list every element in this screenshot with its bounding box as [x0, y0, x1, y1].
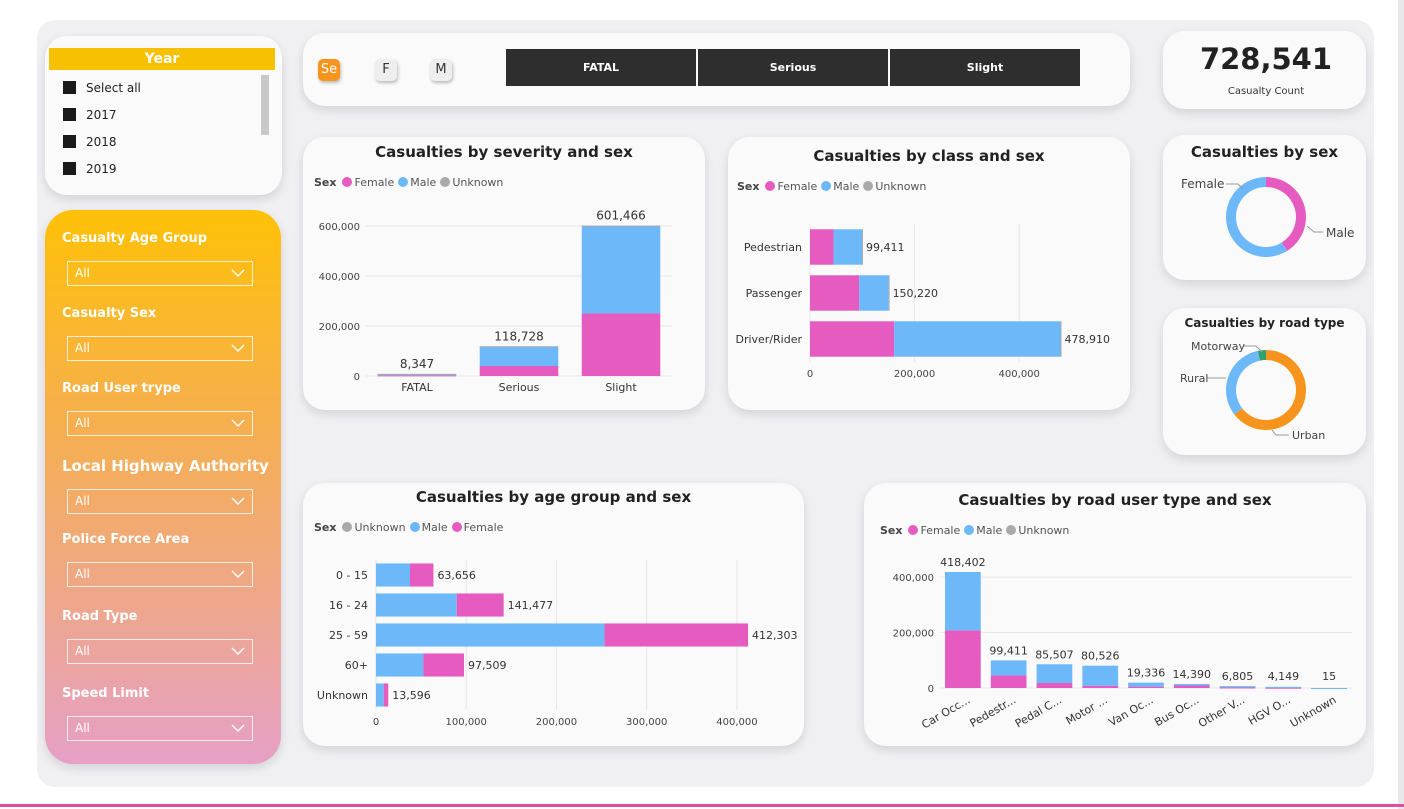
filter-label: Casualty Age Group: [62, 231, 208, 246]
filter-dropdown[interactable]: All: [67, 639, 253, 664]
filter-dropdown-value: All: [75, 721, 90, 735]
chevron-down-icon[interactable]: [230, 566, 246, 590]
chevron-down-icon[interactable]: [230, 265, 246, 289]
female-dot-icon: [765, 181, 776, 191]
road-type-donut-title: Casualties by road type: [1184, 316, 1345, 330]
filter-dropdown[interactable]: All: [67, 336, 253, 361]
filter-dropdown[interactable]: All: [67, 261, 253, 286]
road-type-donut-card: [1163, 308, 1366, 455]
female-dot-icon: [908, 525, 919, 535]
checkbox-icon[interactable]: [63, 108, 76, 121]
year-option-label: Select all: [86, 81, 141, 95]
checkbox-icon[interactable]: [63, 135, 76, 148]
male-dot-icon: [964, 525, 975, 535]
filter-panel: [45, 210, 281, 764]
legend-male[interactable]: Male: [422, 521, 448, 534]
filter-dropdown-value: All: [75, 644, 90, 658]
checkbox-icon[interactable]: [63, 81, 76, 94]
filter-label: Police Force Area: [62, 532, 190, 547]
unknown-dot-icon: [440, 177, 451, 187]
severity-button-serious[interactable]: Serious: [698, 49, 888, 86]
bottom-accent-line: [0, 804, 1404, 807]
filter-label: Local Highway Authority: [62, 457, 269, 475]
legend-male[interactable]: Male: [410, 176, 436, 189]
casualty-count-label: Casualty Count: [1227, 86, 1305, 97]
unknown-dot-icon: [863, 181, 874, 191]
severity-legend: Sex Female Male Unknown: [314, 176, 503, 189]
chevron-down-icon[interactable]: [230, 643, 246, 667]
unknown-dot-icon: [1006, 525, 1017, 535]
year-option-label: 2018: [86, 135, 117, 149]
filter-label: Road Type: [62, 609, 138, 624]
female-dot-icon: [342, 177, 353, 187]
filter-dropdown-value: All: [75, 266, 90, 280]
male-dot-icon: [409, 522, 420, 532]
chevron-down-icon[interactable]: [230, 415, 246, 439]
checkbox-icon[interactable]: [63, 162, 76, 175]
year-option-2019[interactable]: 2019: [63, 161, 117, 177]
legend-title: Sex: [314, 176, 337, 189]
severity-chart-title: Casualties by severity and sex: [375, 143, 633, 161]
class-legend: Sex Female Male Unknown: [737, 180, 926, 193]
filter-dropdown[interactable]: All: [67, 411, 253, 436]
year-scrollbar[interactable]: [261, 75, 269, 135]
chevron-down-icon[interactable]: [230, 493, 246, 517]
legend-title: Sex: [880, 524, 903, 537]
sex-button-female[interactable]: F: [375, 59, 397, 81]
sex-button-male[interactable]: M: [430, 59, 452, 81]
severity-button-fatal[interactable]: FATAL: [506, 49, 696, 86]
filter-dropdown[interactable]: All: [67, 716, 253, 741]
filter-dropdown-value: All: [75, 494, 90, 508]
age-legend: Sex Unknown Male Female: [314, 521, 503, 534]
chevron-down-icon[interactable]: [230, 720, 246, 744]
chevron-down-icon[interactable]: [230, 340, 246, 364]
road-user-chart-title: Casualties by road user type and sex: [958, 491, 1272, 509]
age-chart-title: Casualties by age group and sex: [415, 488, 692, 506]
filter-dropdown[interactable]: All: [67, 562, 253, 587]
legend-female[interactable]: Female: [354, 176, 394, 189]
year-slicer-title: Year: [49, 48, 275, 70]
legend-unknown[interactable]: Unknown: [1018, 524, 1069, 537]
sex-button-all[interactable]: Se: [318, 59, 340, 81]
severity-button-slight[interactable]: Slight: [890, 49, 1080, 86]
legend-unknown[interactable]: Unknown: [875, 180, 926, 193]
class-chart-card: [728, 137, 1130, 410]
legend-title: Sex: [737, 180, 760, 193]
class-chart-title: Casualties by class and sex: [813, 147, 1045, 165]
year-option-label: 2017: [86, 108, 117, 122]
female-dot-icon: [451, 522, 462, 532]
year-option-label: 2019: [86, 162, 117, 176]
legend-male[interactable]: Male: [976, 524, 1002, 537]
unknown-dot-icon: [342, 522, 353, 532]
filter-dropdown-value: All: [75, 567, 90, 581]
filter-label: Casualty Sex: [62, 306, 157, 321]
filter-dropdown-value: All: [75, 341, 90, 355]
legend-female[interactable]: Female: [464, 521, 504, 534]
year-option-2018[interactable]: 2018: [63, 134, 117, 150]
sex-donut-title: Casualties by sex: [1190, 143, 1339, 161]
casualty-count-value: 728,541: [1199, 42, 1333, 76]
road-user-chart-card: [864, 483, 1366, 746]
filter-dropdown[interactable]: All: [67, 489, 253, 514]
legend-unknown[interactable]: Unknown: [452, 176, 503, 189]
legend-female[interactable]: Female: [920, 524, 960, 537]
year-option-2017[interactable]: 2017: [63, 107, 117, 123]
filter-label: Road User trype: [62, 381, 181, 396]
road-user-legend: Sex Female Male Unknown: [880, 524, 1069, 537]
filter-dropdown-value: All: [75, 416, 90, 430]
legend-unknown[interactable]: Unknown: [354, 521, 405, 534]
legend-male[interactable]: Male: [833, 180, 859, 193]
male-dot-icon: [821, 181, 832, 191]
right-edge: [1398, 0, 1404, 809]
legend-title: Sex: [314, 521, 337, 534]
filter-label: Speed Limit: [62, 686, 150, 701]
legend-female[interactable]: Female: [777, 180, 817, 193]
male-dot-icon: [398, 177, 409, 187]
year-option-select-all[interactable]: Select all: [63, 80, 141, 96]
